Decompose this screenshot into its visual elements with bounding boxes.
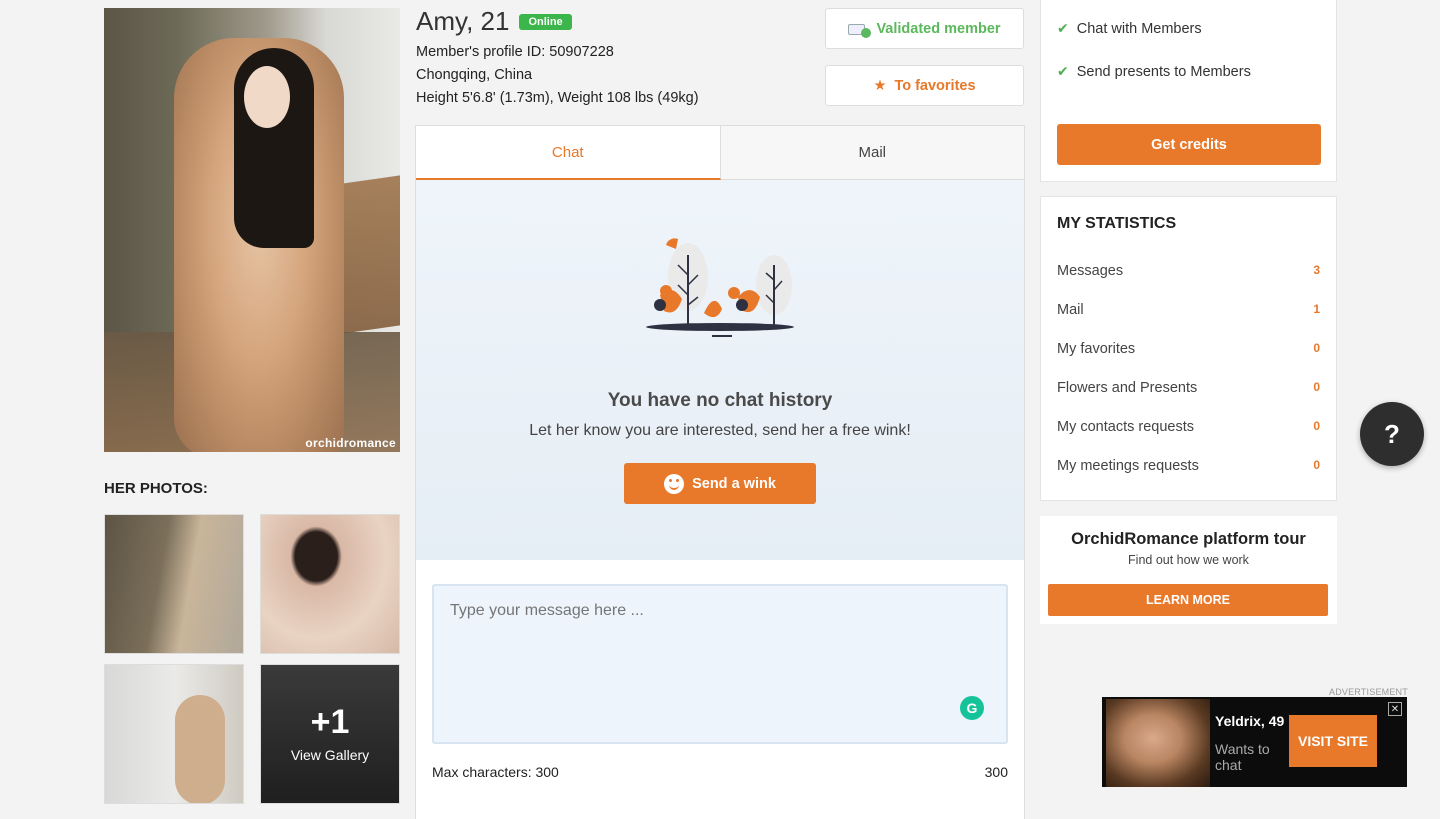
thumbnail-image [261, 515, 399, 653]
id-card-check-icon [848, 22, 872, 38]
stat-value: 3 [1313, 263, 1320, 277]
add-to-favorites-button[interactable]: ★ To favorites [825, 65, 1024, 106]
stat-value: 0 [1313, 419, 1320, 433]
checkmark-icon: ✔ [1057, 20, 1069, 36]
statistics-title: MY STATISTICS [1057, 215, 1177, 232]
gallery-overlay: +1 View Gallery [261, 665, 399, 803]
tab-mail[interactable]: Mail [720, 126, 1024, 180]
stat-row-messages[interactable]: Messages 3 [1057, 263, 1320, 279]
profile-physical: Height 5'6.8' (1.73m), Weight 108 lbs (4… [416, 90, 699, 106]
advertisement-banner[interactable]: Yeldrix, 49 Wants to chat VISIT SITE ✕ [1102, 697, 1407, 787]
stat-label: My contacts requests [1057, 419, 1194, 435]
feature-label: Send presents to Members [1076, 63, 1251, 80]
feature-item: ✔ Chat with Members [1057, 20, 1202, 37]
tour-title: OrchidRomance platform tour [1071, 530, 1306, 548]
grammarly-icon[interactable]: G [960, 696, 984, 720]
favorites-label: To favorites [894, 77, 976, 94]
thumbnail-image [105, 515, 243, 653]
stat-row-contacts[interactable]: My contacts requests 0 [1057, 419, 1320, 435]
ad-name: Yeldrix, 49 [1215, 713, 1285, 729]
photo-face [244, 66, 290, 128]
tour-subtitle: Find out how we work [1128, 553, 1249, 567]
stat-row-flowers[interactable]: Flowers and Presents 0 [1057, 380, 1320, 396]
advertisement-label: ADVERTISEMENT [1329, 687, 1408, 697]
empty-chat-subtitle: Let her know you are interested, send he… [529, 422, 911, 439]
stat-label: My favorites [1057, 341, 1136, 357]
thumbnail-image [105, 665, 243, 803]
chat-panel: Chat Mail You have no chat history Let h… [415, 125, 1025, 819]
platform-tour-card: OrchidRomance platform tour Find out how… [1040, 516, 1337, 624]
feature-label: Chat with Members [1076, 20, 1202, 37]
learn-more-button[interactable]: LEARN MORE [1048, 584, 1328, 616]
close-icon[interactable]: ✕ [1388, 702, 1402, 716]
stat-row-favorites[interactable]: My favorites 0 [1057, 341, 1320, 357]
view-gallery-label: View Gallery [290, 747, 370, 763]
profile-name-age: Amy, 21 [416, 6, 510, 36]
message-input[interactable] [432, 584, 1008, 744]
send-wink-label: Send a wink [692, 475, 776, 492]
stat-label: Flowers and Presents [1057, 380, 1198, 396]
empty-chat-illustration [646, 238, 794, 337]
validated-member-button[interactable]: Validated member [825, 8, 1024, 49]
stat-row-meetings[interactable]: My meetings requests 0 [1057, 458, 1320, 474]
photo-watermark: orchidromance [305, 436, 396, 450]
profile-id: Member's profile ID: 50907228 [416, 44, 614, 60]
online-status-badge: Online [519, 13, 572, 30]
max-characters-label: Max characters: 300 [432, 764, 559, 780]
ad-photo [1106, 699, 1210, 787]
stat-row-mail[interactable]: Mail 1 [1057, 302, 1320, 318]
tab-chat[interactable]: Chat [416, 126, 721, 180]
help-button[interactable]: ? [1360, 402, 1424, 466]
chat-tabs: Chat Mail [416, 126, 1024, 180]
send-wink-button[interactable]: Send a wink [624, 463, 816, 504]
stat-value: 1 [1313, 302, 1320, 316]
view-gallery-thumbnail[interactable]: +1 View Gallery [260, 664, 400, 804]
photo-thumbnail-2[interactable] [260, 514, 400, 654]
photo-thumbnail-3[interactable] [104, 664, 244, 804]
feature-item: ✔ Send presents to Members [1057, 63, 1251, 80]
her-photos-title: HER PHOTOS: [104, 480, 208, 497]
validated-member-label: Validated member [876, 20, 1001, 37]
more-photos-count: +1 [310, 703, 350, 741]
get-credits-button[interactable]: Get credits [1057, 124, 1321, 165]
stat-value: 0 [1313, 380, 1320, 394]
profile-main-photo[interactable]: orchidromance [104, 8, 400, 452]
empty-chat-title: You have no chat history [607, 390, 833, 411]
statistics-card: MY STATISTICS Messages 3 Mail 1 My favor… [1040, 196, 1337, 501]
chat-empty-state: You have no chat history Let her know yo… [416, 180, 1024, 560]
profile-location: Chongqing, China [416, 67, 533, 83]
stat-label: Messages [1057, 263, 1124, 279]
ad-text: Wants to chat [1215, 741, 1270, 773]
characters-remaining: 300 [984, 764, 1008, 780]
stat-label: Mail [1057, 302, 1084, 318]
profile-header: Amy, 21 Online [416, 6, 572, 37]
stat-value: 0 [1313, 458, 1320, 472]
smile-icon [664, 473, 685, 494]
checkmark-icon: ✔ [1057, 63, 1069, 79]
visit-site-button[interactable]: VISIT SITE [1289, 715, 1377, 767]
credits-card: ✔ Chat with Members ✔ Send presents to M… [1040, 0, 1337, 182]
stat-value: 0 [1313, 341, 1320, 355]
stat-label: My meetings requests [1057, 458, 1199, 474]
photo-thumbnail-1[interactable] [104, 514, 244, 654]
star-icon: ★ [873, 77, 887, 94]
